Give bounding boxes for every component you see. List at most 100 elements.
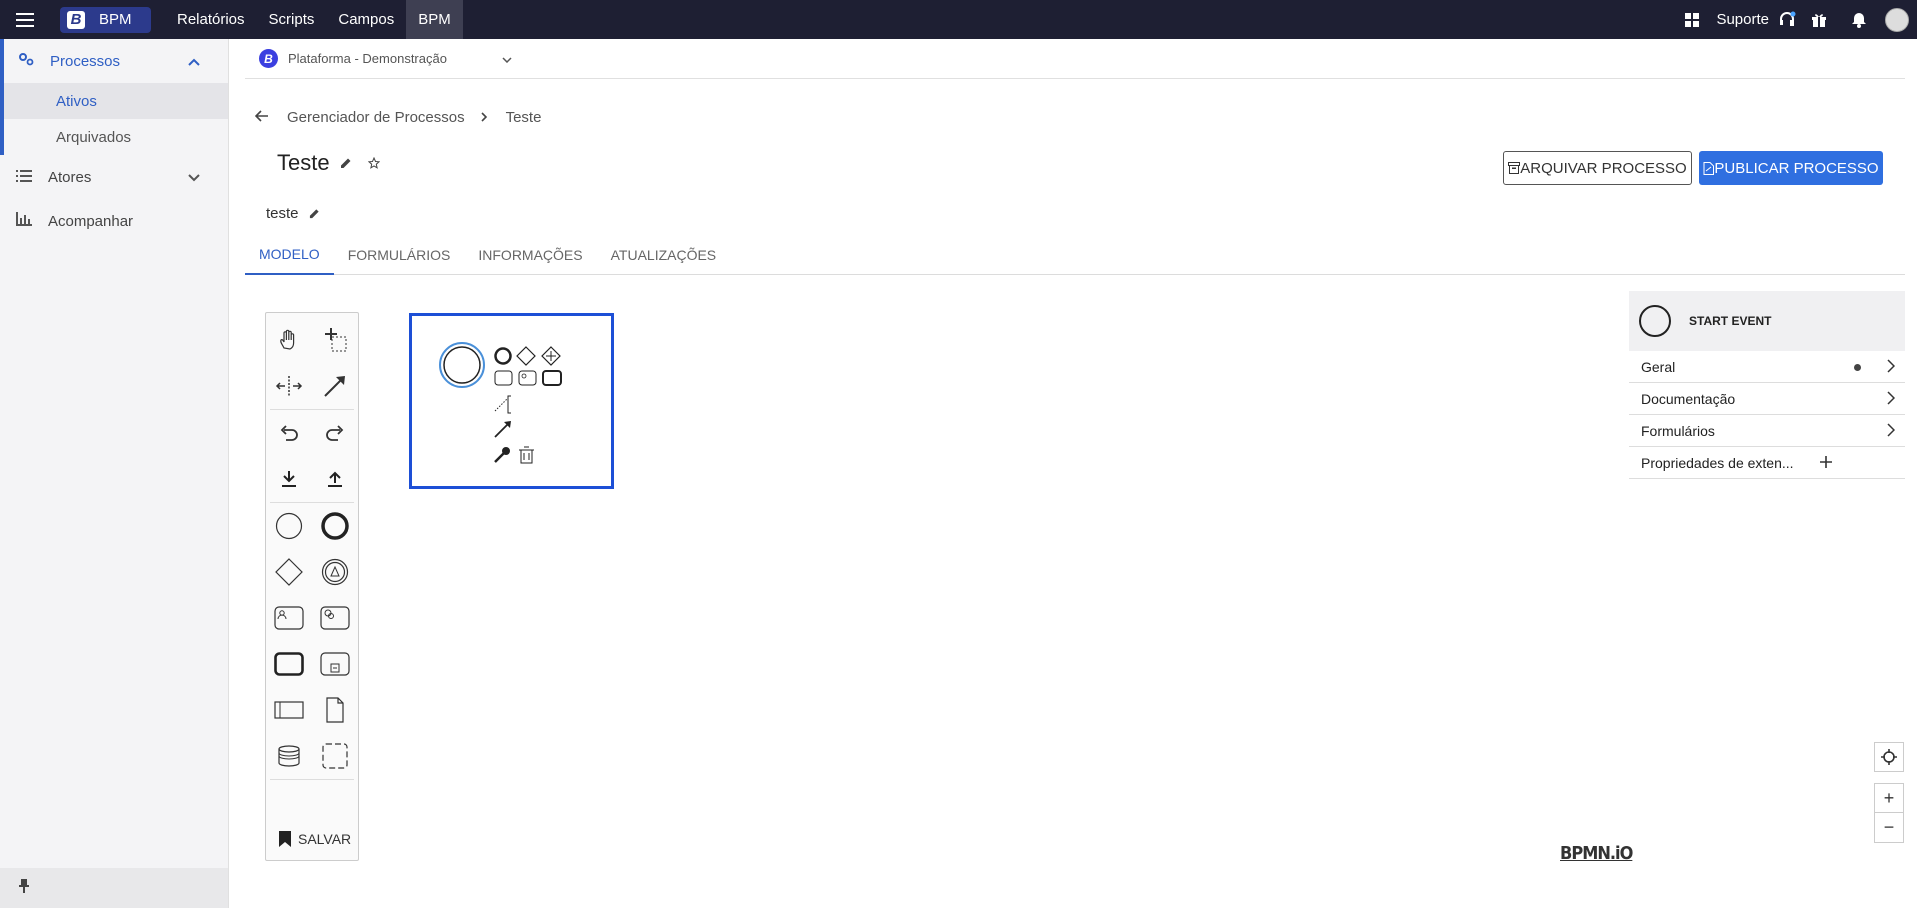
start-event-icon[interactable]: [266, 503, 312, 549]
connect-tool-icon[interactable]: [312, 363, 358, 409]
redo-icon[interactable]: [312, 410, 358, 456]
reset-view-button[interactable]: [1874, 742, 1904, 772]
chevron-right-icon: [1887, 423, 1896, 440]
tab-formularios[interactable]: FORMULÁRIOS: [334, 235, 465, 275]
nav-bpm[interactable]: BPM: [406, 0, 463, 39]
bpmn-palette: SALVAR: [265, 312, 359, 861]
save-button[interactable]: SALVAR: [278, 830, 351, 848]
props-group-label: Geral: [1641, 358, 1676, 375]
upload-icon[interactable]: [312, 456, 358, 502]
breadcrumb: Gerenciador de Processos Teste: [254, 109, 541, 126]
page-title: Teste: [277, 150, 380, 176]
undo-icon[interactable]: [266, 410, 312, 456]
pool-icon[interactable]: [266, 687, 312, 733]
crosshair-icon: [1874, 742, 1904, 772]
nav-relatorios[interactable]: Relatórios: [165, 0, 257, 39]
platform-name: Plataforma - Demonstração: [288, 51, 447, 66]
process-description: teste: [266, 205, 320, 222]
has-data-dot: [1854, 364, 1861, 371]
platform-selector[interactable]: B Plataforma - Demonstração: [245, 39, 1905, 79]
gears-icon: [18, 52, 34, 70]
props-group-geral[interactable]: Geral: [1629, 351, 1905, 383]
sidebar-item-label: Atores: [48, 168, 92, 186]
menu-icon[interactable]: [0, 0, 49, 39]
download-icon[interactable]: [266, 456, 312, 502]
apps-grid-icon[interactable]: [1672, 0, 1712, 39]
zoom-in-button[interactable]: +: [1874, 783, 1904, 813]
back-arrow-icon[interactable]: [254, 109, 269, 126]
publish-process-button[interactable]: PUBLICAR PROCESSO: [1699, 151, 1883, 185]
sidebar-item-acompanhar[interactable]: Acompanhar: [0, 199, 228, 243]
brand-letter: B: [67, 10, 85, 29]
sidebar: Processos Ativos Arquivados Atores Acomp…: [0, 39, 229, 908]
props-group-label: Documentação: [1641, 390, 1736, 407]
pin-sidebar-button[interactable]: [0, 868, 228, 908]
service-task-icon[interactable]: [312, 595, 358, 641]
breadcrumb-root[interactable]: Gerenciador de Processos: [287, 109, 465, 126]
hand-tool-icon[interactable]: [266, 317, 312, 363]
pin-icon: [18, 878, 30, 898]
platform-logo: B: [259, 49, 278, 68]
subprocess-icon[interactable]: [312, 641, 358, 687]
user-task-icon[interactable]: [266, 595, 312, 641]
intermediate-event-icon[interactable]: [312, 549, 358, 595]
properties-panel: START EVENT Geral Documentação Formulári…: [1629, 291, 1905, 479]
chevron-up-icon: [188, 53, 200, 70]
brand-name: BPM: [99, 11, 132, 28]
edit-icon[interactable]: [309, 208, 320, 219]
nav-scripts[interactable]: Scripts: [257, 0, 327, 39]
sidebar-item-processos[interactable]: Processos: [0, 39, 228, 83]
sidebar-item-ativos[interactable]: Ativos: [0, 83, 228, 119]
gateway-icon[interactable]: [266, 549, 312, 595]
archive-process-button[interactable]: ARQUIVAR PROCESSO: [1503, 151, 1692, 185]
top-nav: Relatórios Scripts Campos BPM: [165, 0, 463, 39]
sidebar-item-label: Acompanhar: [48, 212, 134, 230]
properties-header: START EVENT: [1629, 291, 1905, 351]
sidebar-item-atores[interactable]: Atores: [0, 155, 228, 199]
star-icon[interactable]: [367, 157, 380, 169]
tab-atualizacoes[interactable]: ATUALIZAÇÕES: [597, 235, 731, 275]
props-group-extensoes[interactable]: Propriedades de exten...: [1629, 447, 1905, 479]
lasso-tool-icon[interactable]: [312, 317, 358, 363]
bar-chart-icon: [16, 212, 32, 230]
zoom-out-button[interactable]: −: [1874, 813, 1904, 843]
archive-label: ARQUIVAR PROCESSO: [1520, 159, 1687, 177]
space-tool-icon[interactable]: [266, 363, 312, 409]
support-label[interactable]: Suporte: [1716, 11, 1769, 28]
chevron-right-icon: [1887, 359, 1896, 376]
nav-campos[interactable]: Campos: [326, 0, 406, 39]
main-content: B Plataforma - Demonstração Gerenciador …: [245, 39, 1905, 275]
selected-start-event[interactable]: [409, 313, 614, 489]
add-icon[interactable]: [1819, 455, 1833, 472]
brand-logo[interactable]: B BPM: [60, 6, 151, 33]
bell-icon[interactable]: [1839, 0, 1879, 39]
chevron-down-icon: [502, 50, 512, 68]
bpmn-io-watermark[interactable]: BPMN.iO: [1560, 843, 1633, 864]
tab-modelo[interactable]: MODELO: [245, 235, 334, 275]
avatar[interactable]: [1885, 7, 1909, 32]
publish-label: PUBLICAR PROCESSO: [1714, 159, 1879, 177]
props-group-formularios[interactable]: Formulários: [1629, 415, 1905, 447]
sidebar-item-arquivados[interactable]: Arquivados: [0, 119, 228, 155]
description-text: teste: [266, 205, 299, 222]
tab-informacoes[interactable]: INFORMAÇÕES: [464, 235, 596, 275]
chevron-down-icon: [188, 169, 200, 186]
chevron-right-icon: [481, 109, 488, 126]
process-title: Teste: [277, 150, 330, 175]
group-icon[interactable]: [312, 733, 358, 779]
end-event-icon[interactable]: [312, 503, 358, 549]
element-type: START EVENT: [1689, 314, 1772, 328]
props-group-label: Propriedades de exten...: [1641, 454, 1794, 471]
tab-bar: MODELO FORMULÁRIOS INFORMAÇÕES ATUALIZAÇ…: [245, 235, 1905, 275]
edit-icon[interactable]: [340, 157, 352, 169]
context-pad: [439, 342, 562, 464]
archive-icon: [1508, 162, 1521, 174]
data-object-icon[interactable]: [312, 687, 358, 733]
bookmark-icon: [279, 831, 291, 847]
save-label: SALVAR: [298, 831, 352, 847]
gift-icon[interactable]: [1799, 0, 1839, 39]
data-store-icon[interactable]: [266, 733, 312, 779]
task-icon[interactable]: [266, 641, 312, 687]
headset-icon[interactable]: [1775, 0, 1799, 39]
props-group-documentacao[interactable]: Documentação: [1629, 383, 1905, 415]
